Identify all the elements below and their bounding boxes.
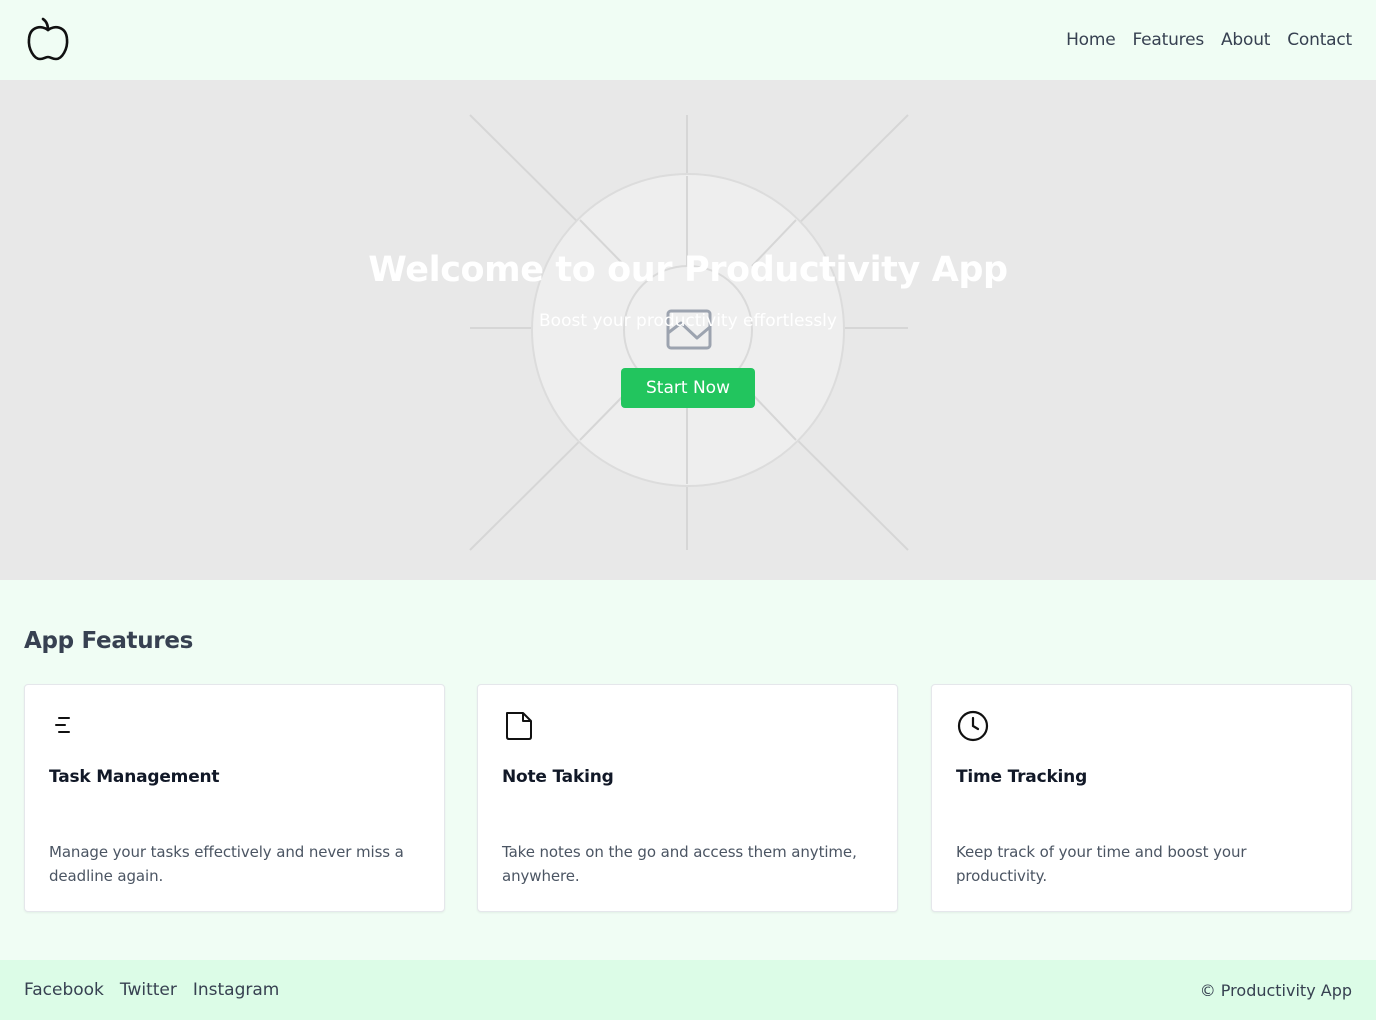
- nav-contact-link[interactable]: Contact: [1287, 30, 1352, 50]
- nav-home-link[interactable]: Home: [1066, 30, 1116, 50]
- hero-title: Welcome to our Productivity App: [368, 250, 1008, 290]
- feature-description: Manage your tasks effectively and never …: [49, 843, 404, 885]
- social-links: Facebook Twitter Instagram: [24, 980, 279, 1000]
- apple-icon[interactable]: [24, 16, 72, 64]
- nav-features-link[interactable]: Features: [1132, 30, 1204, 50]
- feature-card-task-management: Task Management Manage your tasks effect…: [24, 684, 445, 912]
- start-now-button[interactable]: Start Now: [621, 368, 755, 408]
- hero-subtitle: Boost your productivity effortlessly: [539, 311, 837, 331]
- feature-card-note-taking: Note Taking Take notes on the go and acc…: [477, 684, 898, 912]
- feature-title: Task Management: [49, 767, 220, 787]
- note-icon: [502, 709, 536, 743]
- feature-card-time-tracking: Time Tracking Keep track of your time an…: [931, 684, 1352, 912]
- feature-title: Note Taking: [502, 767, 614, 787]
- task-list-icon: [49, 709, 83, 743]
- main-nav: Home Features About Contact: [1066, 30, 1352, 50]
- feature-title: Time Tracking: [956, 767, 1088, 787]
- nav-about-link[interactable]: About: [1221, 30, 1270, 50]
- facebook-link[interactable]: Facebook: [24, 980, 104, 1000]
- instagram-link[interactable]: Instagram: [193, 980, 280, 1000]
- site-header: Home Features About Contact: [0, 0, 1376, 80]
- hero-section: Welcome to our Productivity App Boost yo…: [0, 80, 1376, 580]
- copyright-text: © Productivity App: [1199, 980, 1352, 1000]
- twitter-link[interactable]: Twitter: [120, 980, 177, 1000]
- clock-icon: [956, 709, 990, 743]
- feature-description: Take notes on the go and access them any…: [502, 843, 857, 885]
- site-footer: Facebook Twitter Instagram © Productivit…: [0, 960, 1376, 1020]
- features-title: App Features: [24, 628, 194, 654]
- feature-description: Keep track of your time and boost your p…: [956, 843, 1247, 885]
